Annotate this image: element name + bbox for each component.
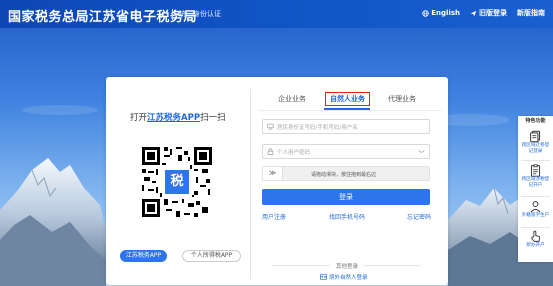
- sidebar-separator: [521, 227, 550, 228]
- sidebar-item-foreign-student[interactable]: 外籍留学生户: [518, 200, 553, 219]
- foreign-individual-login-link[interactable]: 境外自然人登录: [320, 273, 368, 281]
- qr-login-pane: 打开江苏税务APP扫一扫 税 江苏税务APP 个人所得税APP: [106, 77, 250, 285]
- username-placeholder: 居民身份证号码/手机号码/用户名: [277, 125, 358, 131]
- site-subtitle: 统一身份认证: [179, 10, 221, 18]
- password-input[interactable]: 个人用户密码: [262, 144, 430, 159]
- sidebar-item-label: 跨区域涉税登记开户: [521, 177, 550, 188]
- pane-divider: [250, 89, 251, 279]
- account-login-pane: 企业业务 自然人业务 代理业务 居民身份证号码/手机号码/用户名 个人用户密码 …: [258, 77, 442, 285]
- login-button[interactable]: 登录: [262, 189, 430, 205]
- sidebar-item-cross-region-tax-account[interactable]: 跨区域涉税登记开户: [518, 164, 553, 188]
- header-divider: [172, 9, 173, 20]
- sidebar-item-label: 新办开户: [526, 243, 545, 248]
- sidebar-separator: [521, 160, 550, 161]
- tab-enterprise-business[interactable]: 企业业务: [278, 94, 306, 104]
- clipboard-icon: [530, 164, 541, 177]
- tab-individual-business[interactable]: 自然人业务: [325, 92, 370, 106]
- sidebar-separator: [521, 196, 550, 197]
- scan-app-name: 江苏税务APP: [147, 113, 201, 123]
- tab-agent-business[interactable]: 代理业务: [388, 94, 416, 104]
- login-card: 打开江苏税务APP扫一扫 税 江苏税务APP 个人所得税APP 企业业务 自然人…: [106, 77, 448, 285]
- sidebar-item-label: 外籍留学生户: [521, 213, 550, 218]
- new-version-guide-label: 新版指南: [517, 9, 545, 17]
- tabs-baseline: [258, 110, 442, 111]
- register-link[interactable]: 用户注册: [262, 212, 286, 221]
- id-card-icon: [320, 274, 327, 280]
- other-login-divider-right: [363, 265, 421, 266]
- qr-center-logo: 税: [170, 174, 184, 189]
- slider-handle[interactable]: ≫: [263, 167, 283, 180]
- recover-phone-link[interactable]: 找回手机号码: [329, 212, 365, 221]
- jiangsu-tax-app-button[interactable]: 江苏税务APP: [120, 250, 167, 262]
- old-version-login-label: 旧版登录: [479, 9, 507, 17]
- device-icon: [267, 123, 274, 130]
- slide-verification[interactable]: ≫ 请拖动滑块，按住拖到最右边: [262, 166, 430, 181]
- forgot-password-link[interactable]: 忘记密码: [407, 212, 431, 221]
- new-version-guide-link[interactable]: 新版指南: [517, 8, 545, 18]
- scan-prefix: 打开: [130, 113, 148, 123]
- username-input[interactable]: 居民身份证号码/手机号码/用户名: [262, 119, 430, 134]
- other-login-divider-left: [272, 265, 330, 266]
- password-placeholder: 个人用户密码: [277, 150, 311, 156]
- active-tab-indicator: [324, 108, 370, 110]
- english-link[interactable]: English: [422, 8, 460, 18]
- scan-instruction: 打开江苏税务APP扫一扫: [130, 111, 226, 123]
- send-icon: [470, 10, 477, 16]
- old-version-login-link[interactable]: 旧版登录: [470, 8, 507, 18]
- header-links: English 旧版登录 新版指南: [422, 8, 545, 18]
- user-icon: [530, 201, 541, 213]
- foreign-login-label: 境外自然人登录: [329, 275, 368, 281]
- hide-password-icon[interactable]: [418, 150, 425, 154]
- site-title[interactable]: 国家税务总局江苏省电子税务局: [8, 6, 197, 25]
- hand-pointer-icon: [531, 230, 541, 242]
- sidebar-title: 特色功能: [518, 116, 553, 126]
- sidebar-item-new-account[interactable]: 新办开户: [518, 230, 553, 249]
- personal-income-tax-app-button[interactable]: 个人所得税APP: [182, 250, 241, 262]
- account-links: 用户注册 找回手机号码 忘记密码: [262, 212, 431, 222]
- login-type-tabs: 企业业务 自然人业务 代理业务: [258, 92, 442, 111]
- lock-icon: [267, 148, 274, 155]
- scan-suffix: 扫一扫: [200, 113, 226, 123]
- sidebar-item-cross-region-registration[interactable]: 跨区域迁移登记登录: [518, 130, 553, 154]
- sidebar-item-label: 跨区域迁移登记登录: [521, 143, 550, 154]
- feature-sidebar: 特色功能 跨区域迁移登记登录 跨区域涉税登记开户 外籍留学生户 新办开户: [518, 116, 553, 262]
- top-header-bar: 国家税务总局江苏省电子税务局 统一身份认证 English 旧版登录 新版指南: [0, 0, 553, 28]
- document-icon: [530, 130, 541, 143]
- slider-hint: 请拖动滑块，按住拖到最右边: [311, 171, 377, 178]
- english-link-label: English: [431, 9, 460, 17]
- other-login-label: 其他登录: [336, 264, 359, 270]
- globe-icon: [422, 9, 429, 17]
